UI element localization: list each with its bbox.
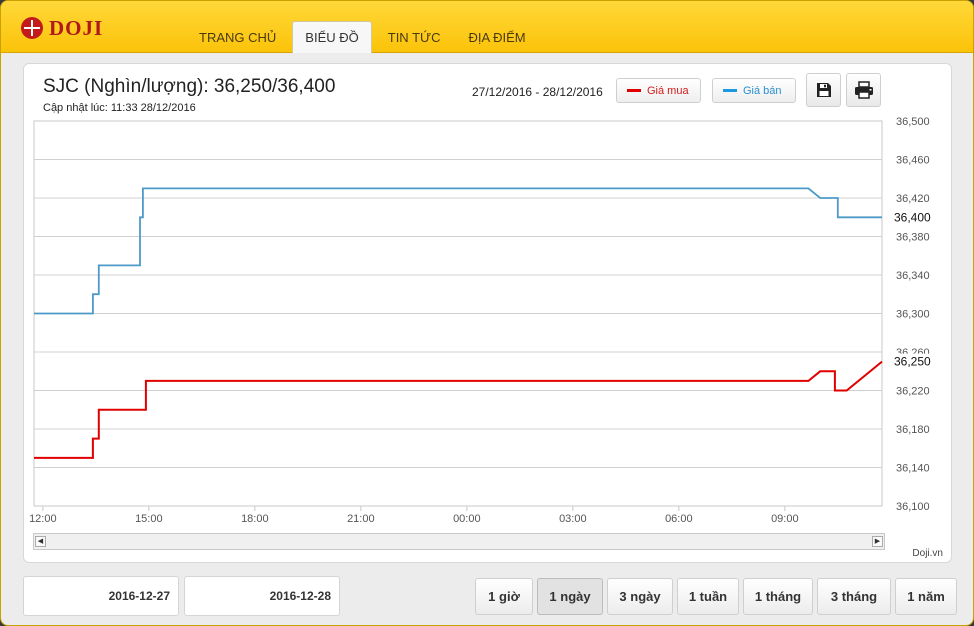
doji-logo-icon [21,17,43,39]
chart-scrollbar[interactable]: ◀ ▶ [33,533,885,550]
x-tick-label: 12:00 [29,513,57,525]
y-tick-label: 36,380 [896,232,930,244]
top-bar: DOJI TRANG CHỦ BIỂU ĐỒ TIN TỨC ĐỊA ĐIỂM [1,1,973,54]
y-tick-label: 36,220 [896,386,930,398]
period-1-day-button[interactable]: 1 ngày [537,578,603,615]
x-tick-label: 06:00 [665,513,693,525]
y-tick-label: 36,140 [896,463,930,475]
price-chart: 36,10036,14036,18036,22036,26036,30036,3… [29,116,938,525]
x-tick-label: 03:00 [559,513,587,525]
scroll-left-icon[interactable]: ◀ [35,536,46,547]
app-window: DOJI TRANG CHỦ BIỂU ĐỒ TIN TỨC ĐỊA ĐIỂM … [0,0,974,626]
date-from-field[interactable]: 2016-12-27 [23,576,179,616]
last-sell-label: 36,400 [894,210,931,224]
nav-tin-tuc[interactable]: TIN TỨC [376,21,453,53]
date-to-field[interactable]: 2016-12-28 [184,576,340,616]
period-3-day-button[interactable]: 3 ngày [607,578,673,615]
y-tick-label: 36,500 [896,116,930,128]
y-tick-label: 36,100 [896,501,930,513]
brand-logo[interactable]: DOJI [21,15,103,41]
period-1-week-button[interactable]: 1 tuần [677,578,739,615]
y-tick-label: 36,300 [896,309,930,321]
period-1-month-button[interactable]: 1 tháng [743,578,813,615]
main-nav: TRANG CHỦ BIỂU ĐỒ TIN TỨC ĐỊA ĐIỂM [187,21,542,54]
y-tick-label: 36,180 [896,424,930,436]
scroll-right-icon[interactable]: ▶ [872,536,883,547]
y-tick-label: 36,460 [896,155,930,167]
credit-link[interactable]: Doji.vn [912,548,943,559]
x-tick-label: 18:00 [241,513,269,525]
period-1-year-button[interactable]: 1 năm [895,578,957,615]
period-3-month-button[interactable]: 3 tháng [817,578,891,615]
period-1-hour-button[interactable]: 1 giờ [475,578,533,615]
nav-dia-diem[interactable]: ĐỊA ĐIỂM [457,21,538,53]
x-tick-label: 15:00 [135,513,163,525]
last-buy-label: 36,250 [894,355,931,369]
nav-trang-chu[interactable]: TRANG CHỦ [187,21,288,53]
brand-name: DOJI [49,15,104,40]
x-tick-label: 21:00 [347,513,375,525]
y-tick-label: 36,420 [896,193,930,205]
period-selector: 1 giờ 1 ngày 3 ngày 1 tuần 1 tháng 3 thá… [475,578,961,615]
nav-bieu-do[interactable]: BIỂU ĐỒ [292,21,372,53]
x-tick-label: 09:00 [771,513,799,525]
y-tick-label: 36,340 [896,270,930,282]
x-tick-label: 00:00 [453,513,481,525]
chart-panel: SJC (Nghìn/lượng): 36,250/36,400 Cập nhậ… [23,63,952,563]
